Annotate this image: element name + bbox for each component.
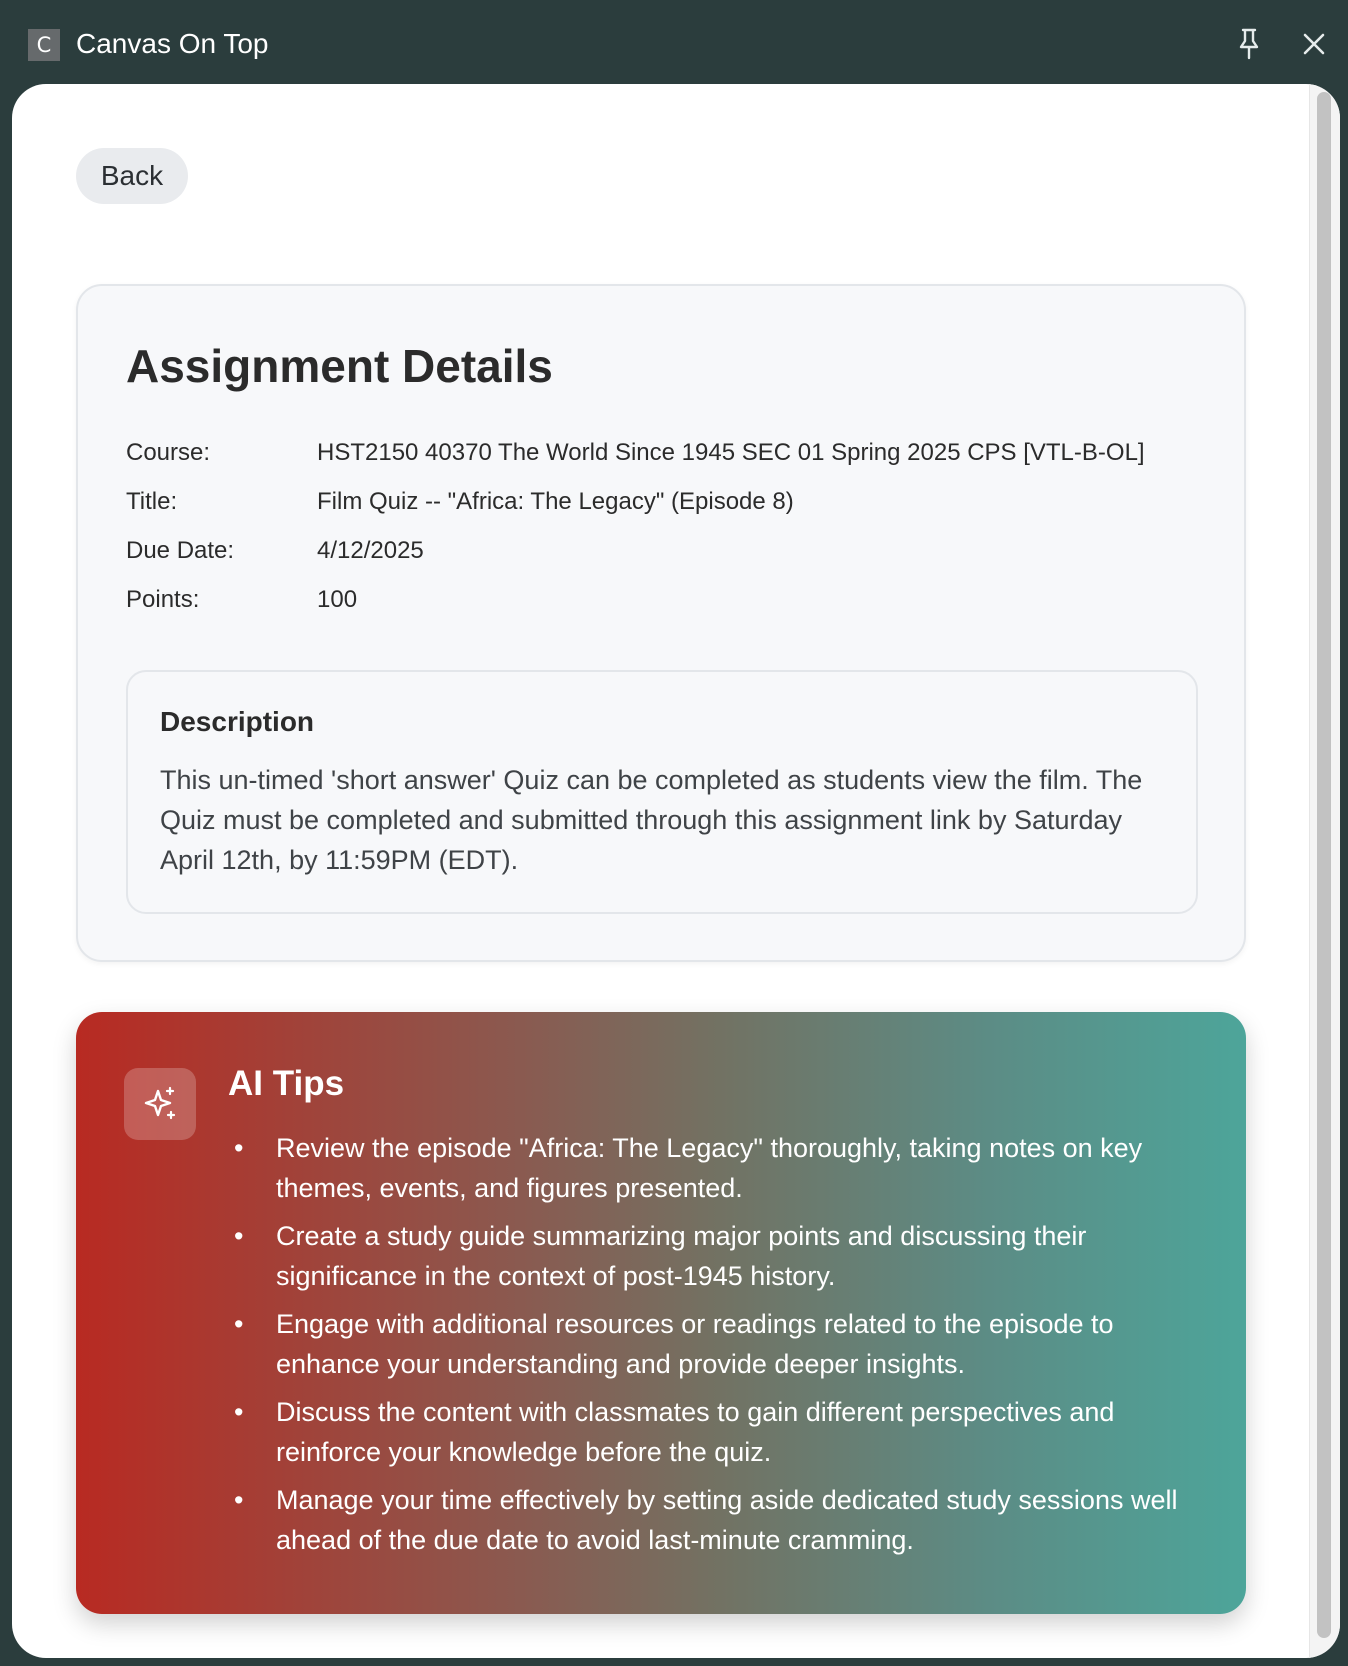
description-text: This un-timed 'short answer' Quiz can be…: [160, 765, 1143, 875]
title-label: Title:: [126, 488, 178, 515]
bullet-icon: •: [234, 1485, 244, 1515]
due-date-label: Due Date:: [126, 537, 235, 564]
bullet-icon: •: [234, 1397, 244, 1427]
ai-tips-heading: AI Tips: [228, 1064, 345, 1103]
assignment-details-card: Assignment Details Course: HST2150 40370…: [76, 284, 1246, 962]
points-value: 100: [317, 586, 358, 613]
course-value: HST2150 40370 The World Since 1945 SEC 0…: [317, 439, 1145, 466]
tip-text: Create a study guide summarizing major p…: [276, 1221, 1087, 1291]
bullet-icon: •: [234, 1309, 244, 1339]
close-button[interactable]: [1298, 28, 1330, 60]
title-value: Film Quiz -- "Africa: The Legacy" (Episo…: [317, 488, 794, 515]
back-button[interactable]: Back: [76, 148, 188, 204]
tip-text: Manage your time effectively by setting …: [276, 1485, 1178, 1555]
tip-item: • Discuss the content with classmates to…: [228, 1392, 1208, 1472]
tip-text: Engage with additional resources or read…: [276, 1309, 1114, 1379]
window-title: Canvas On Top: [76, 28, 269, 59]
due-date-value: 4/12/2025: [317, 537, 424, 564]
main-content: Back Assignment Details Course: HST2150 …: [12, 84, 1340, 1658]
pin-button[interactable]: [1233, 26, 1265, 62]
pin-icon: [1239, 28, 1259, 60]
bullet-icon: •: [234, 1221, 244, 1251]
bullet-icon: •: [234, 1133, 244, 1163]
points-label: Points:: [126, 586, 200, 613]
app-icon: C: [28, 29, 60, 61]
course-label: Course:: [126, 439, 211, 466]
tip-text: Discuss the content with classmates to g…: [276, 1397, 1115, 1467]
assignment-details-heading: Assignment Details: [126, 340, 553, 392]
vertical-scrollbar[interactable]: [1309, 84, 1340, 1658]
description-heading: Description: [160, 706, 315, 737]
tip-item: • Review the episode "Africa: The Legacy…: [228, 1128, 1208, 1208]
sparkles-icon: [144, 1086, 176, 1120]
tip-item: • Create a study guide summarizing major…: [228, 1216, 1208, 1296]
title-bar: C Canvas On Top: [0, 0, 1348, 84]
ai-tips-list: • Review the episode "Africa: The Legacy…: [228, 1128, 1208, 1568]
ai-tips-icon-badge: [124, 1068, 196, 1140]
tip-item: • Engage with additional resources or re…: [228, 1304, 1208, 1384]
scrollbar-thumb[interactable]: [1317, 92, 1331, 1638]
tip-item: • Manage your time effectively by settin…: [228, 1480, 1208, 1560]
ai-tips-card: AI Tips • Review the episode "Africa: Th…: [76, 1012, 1246, 1614]
close-icon: [1303, 33, 1325, 55]
description-box: Description This un-timed 'short answer'…: [126, 670, 1198, 914]
tip-text: Review the episode "Africa: The Legacy" …: [276, 1133, 1143, 1203]
